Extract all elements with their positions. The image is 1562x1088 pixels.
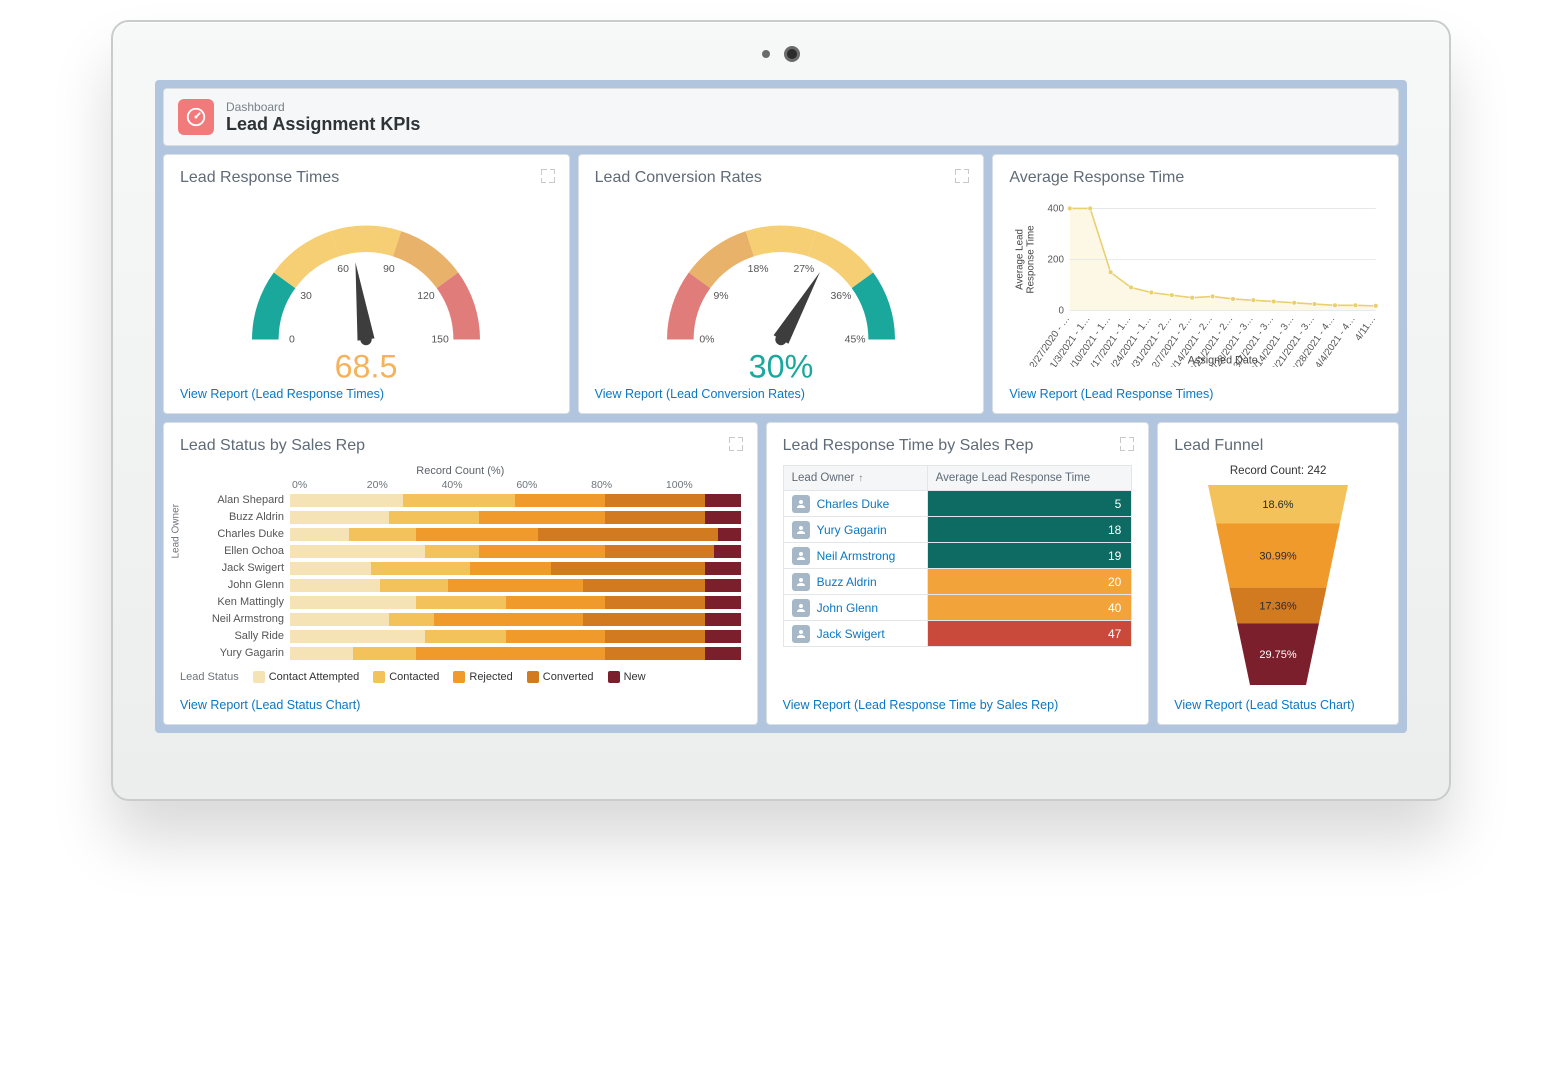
svg-text:0%: 0% xyxy=(699,334,714,345)
svg-text:18%: 18% xyxy=(748,264,769,275)
tablet-frame: Dashboard Lead Assignment KPIs Lead Resp… xyxy=(111,20,1451,801)
svg-text:90: 90 xyxy=(383,264,395,275)
table-row[interactable]: Buzz Aldrin 20 xyxy=(783,569,1132,595)
card-title: Lead Conversion Rates xyxy=(595,169,968,187)
svg-text:0: 0 xyxy=(289,334,295,345)
svg-text:Assigned Date: Assigned Date xyxy=(1188,354,1258,366)
stacked-row: Alan Shepard xyxy=(180,492,741,508)
svg-text:18.6%: 18.6% xyxy=(1263,499,1294,511)
owner-name: John Glenn xyxy=(817,601,878,615)
svg-text:Average LeadResponse Time: Average LeadResponse Time xyxy=(1015,225,1037,294)
svg-text:30: 30 xyxy=(301,291,313,302)
owner-name: Neil Armstrong xyxy=(817,549,896,563)
view-report-link[interactable]: View Report (Lead Response Times) xyxy=(1009,387,1382,401)
card-title: Lead Response Time by Sales Rep xyxy=(783,437,1133,455)
stacked-row: Charles Duke xyxy=(180,526,741,542)
owner-name: Buzz Aldrin xyxy=(817,575,877,589)
view-report-link[interactable]: View Report (Lead Response Time by Sales… xyxy=(783,698,1133,712)
table-row[interactable]: Yury Gagarin 18 xyxy=(783,517,1132,543)
view-report-link[interactable]: View Report (Lead Conversion Rates) xyxy=(595,387,968,401)
gauge-response-times: 0 30 60 90 120 150 68.5 xyxy=(180,197,553,387)
table-row[interactable]: Charles Duke 5 xyxy=(783,491,1132,517)
page-title: Lead Assignment KPIs xyxy=(226,114,420,134)
card-average-response-time: Average Response Time 020040012/27/2020 … xyxy=(992,154,1399,414)
svg-text:45%: 45% xyxy=(845,334,866,345)
col-avg-response[interactable]: Average Lead Response Time xyxy=(927,466,1132,491)
card-response-by-rep: Lead Response Time by Sales Rep Lead Own… xyxy=(766,422,1150,725)
svg-text:9%: 9% xyxy=(713,291,728,302)
svg-text:150: 150 xyxy=(432,334,450,345)
stacked-bar-chart: Record Count (%)0%20%40%60%80%100%Lead O… xyxy=(180,465,741,698)
card-lead-conversion-rates: Lead Conversion Rates 0% 9% 18% 27% 36% 45% 30… xyxy=(578,154,985,414)
funnel-count-label: Record Count: 242 xyxy=(1230,465,1327,477)
col-lead-owner[interactable]: Lead Owner↑ xyxy=(783,466,927,491)
owner-name: Yury Gagarin xyxy=(817,523,887,537)
card-title: Lead Status by Sales Rep xyxy=(180,437,741,455)
expand-icon[interactable] xyxy=(955,169,969,183)
expand-icon[interactable] xyxy=(541,169,555,183)
stacked-row: Yury Gagarin xyxy=(180,645,741,661)
view-report-link[interactable]: View Report (Lead Response Times) xyxy=(180,387,553,401)
stacked-row: Ellen Ochoa xyxy=(180,543,741,559)
stacked-row: Buzz Aldrin xyxy=(180,509,741,525)
table-row[interactable]: Jack Swigert 47 xyxy=(783,621,1132,647)
camera-bar xyxy=(762,46,800,62)
svg-text:30.99%: 30.99% xyxy=(1259,551,1297,563)
avatar-icon xyxy=(792,521,810,539)
svg-text:27%: 27% xyxy=(793,264,814,275)
stacked-row: Jack Swigert xyxy=(180,560,741,576)
svg-text:60: 60 xyxy=(338,264,350,275)
svg-text:4/11…: 4/11… xyxy=(1353,314,1378,343)
header-text: Dashboard Lead Assignment KPIs xyxy=(226,100,420,135)
dashboard-header: Dashboard Lead Assignment KPIs xyxy=(163,88,1399,146)
table-row[interactable]: John Glenn 40 xyxy=(783,595,1132,621)
svg-text:120: 120 xyxy=(418,291,436,302)
expand-icon[interactable] xyxy=(1120,437,1134,451)
view-report-link[interactable]: View Report (Lead Status Chart) xyxy=(180,698,741,712)
avatar-icon xyxy=(792,573,810,591)
svg-text:17.36%: 17.36% xyxy=(1259,601,1297,613)
view-report-link[interactable]: View Report (Lead Status Chart) xyxy=(1174,698,1382,712)
funnel-chart: Record Count: 242 18.6% 30.99% 17.36% 29.75… xyxy=(1174,465,1382,698)
card-lead-funnel: Lead Funnel Record Count: 242 18.6% 30.99… xyxy=(1157,422,1399,725)
svg-text:200: 200 xyxy=(1048,254,1065,265)
card-title: Lead Response Times xyxy=(180,169,553,187)
stacked-row: Sally Ride xyxy=(180,628,741,644)
screen: Dashboard Lead Assignment KPIs Lead Resp… xyxy=(155,80,1407,733)
card-title: Lead Funnel xyxy=(1174,437,1382,455)
response-time-table: Lead Owner↑ Average Lead Response Time C… xyxy=(783,465,1133,698)
card-title: Average Response Time xyxy=(1009,169,1382,187)
avatar-icon xyxy=(792,547,810,565)
stacked-row: John Glenn xyxy=(180,577,741,593)
header-eyebrow: Dashboard xyxy=(226,100,420,114)
svg-text:36%: 36% xyxy=(830,291,851,302)
card-lead-status-by-rep: Lead Status by Sales Rep Record Count (%… xyxy=(163,422,758,725)
svg-text:30%: 30% xyxy=(749,349,814,385)
avatar-icon xyxy=(792,599,810,617)
svg-text:29.75%: 29.75% xyxy=(1259,649,1297,661)
avatar-icon xyxy=(792,495,810,513)
stacked-row: Ken Mattingly xyxy=(180,594,741,610)
table-row[interactable]: Neil Armstrong 19 xyxy=(783,543,1132,569)
camera-lens-icon xyxy=(784,46,800,62)
svg-text:400: 400 xyxy=(1048,203,1065,214)
owner-name: Jack Swigert xyxy=(817,627,885,641)
camera-dot-icon xyxy=(762,50,770,58)
svg-text:68.5: 68.5 xyxy=(335,349,398,385)
expand-icon[interactable] xyxy=(729,437,743,451)
owner-name: Charles Duke xyxy=(817,497,890,511)
avatar-icon xyxy=(792,625,810,643)
card-lead-response-times: Lead Response Times 0 30 60 90 120 150 68.5 Vi… xyxy=(163,154,570,414)
stacked-row: Neil Armstrong xyxy=(180,611,741,627)
dashboard-gauge-icon xyxy=(178,99,214,135)
line-chart-avg-response: 020040012/27/2020 - …1/3/2021 - 1…1/10/2… xyxy=(1009,197,1382,387)
gauge-conversion-rates: 0% 9% 18% 27% 36% 45% 30% xyxy=(595,197,968,387)
